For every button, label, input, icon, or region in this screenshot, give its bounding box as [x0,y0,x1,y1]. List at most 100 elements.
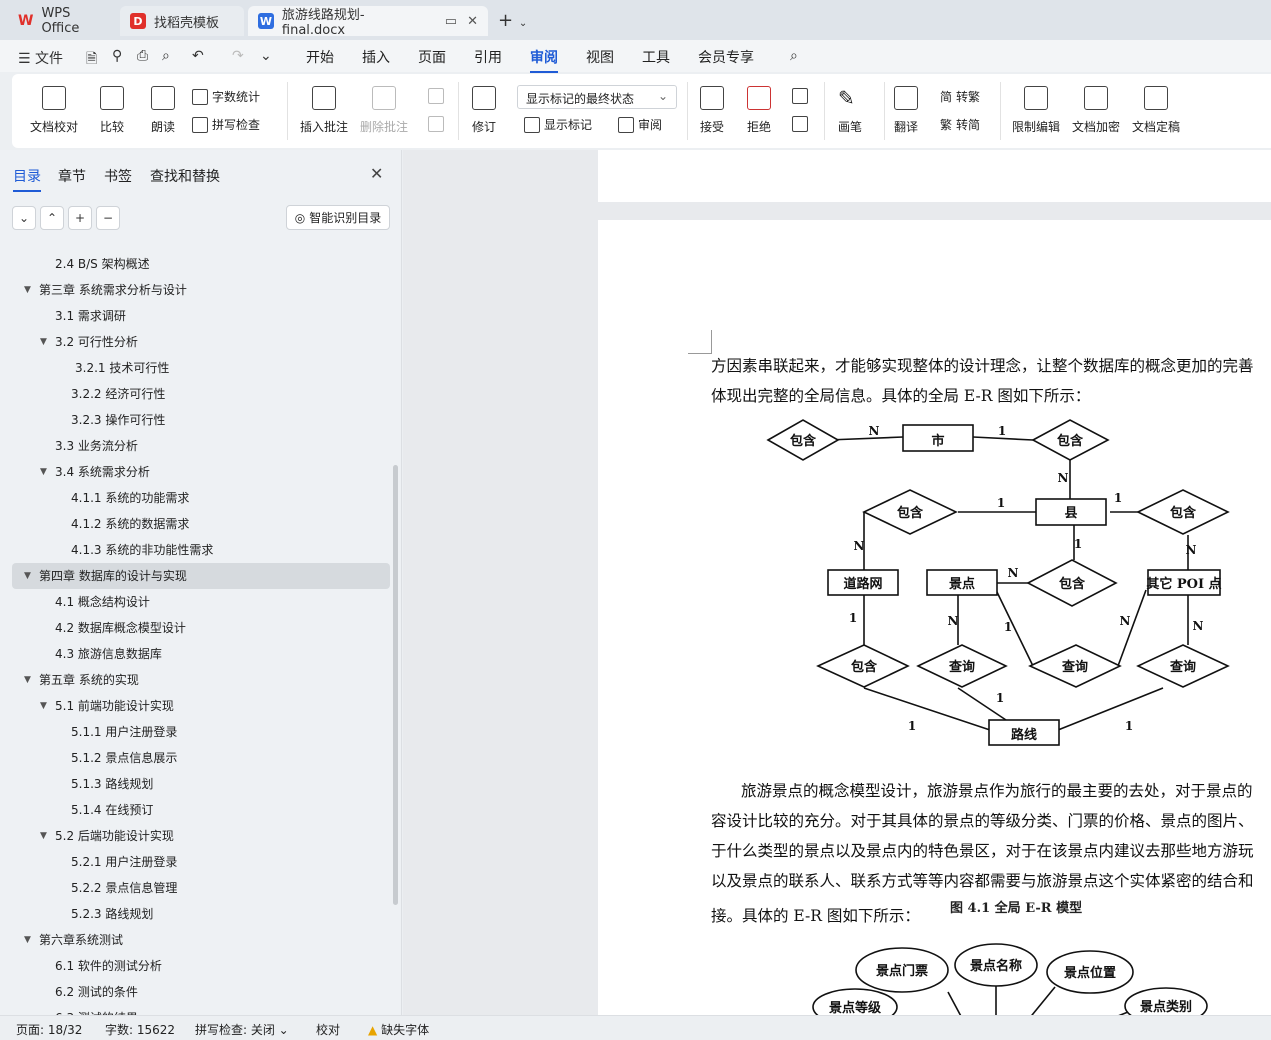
tab-chapters[interactable]: 章节 [58,166,86,186]
menu-start[interactable]: 开始 [306,47,334,67]
page-indicator[interactable]: 页面: 18/32 [16,1021,82,1038]
tab-docer[interactable]: D 找稻壳模板 [120,6,244,36]
to-traditional-button[interactable]: 简 转繁 [940,88,980,105]
close-icon[interactable]: ✕ [467,14,478,29]
tab-document[interactable]: W 旅游线路规划-final.docx ▭ ✕ [248,6,488,38]
next-change-button[interactable] [792,116,812,132]
toc-item[interactable]: 4.2 数据库概念模型设计 [12,615,390,641]
expand-arrow-icon[interactable]: ▼ [24,927,31,953]
missing-font-button[interactable]: ▲ 缺失字体 [368,1021,429,1038]
to-simplified-button[interactable]: 繁 转简 [940,116,980,133]
toc-item[interactable]: ▼ 3.4 系统需求分析 [12,459,390,485]
pen-button[interactable]: ✎ 画笔 [838,86,862,135]
word-count-indicator[interactable]: 字数: 15622 [105,1021,175,1038]
toc-item[interactable]: 4.3 旅游信息数据库 [12,641,390,667]
window-icon[interactable]: ▭ [445,14,457,29]
add-icon[interactable]: + [68,206,92,230]
next-comment-button[interactable] [428,116,448,132]
menu-file[interactable]: ☰ 文件 [18,48,63,68]
expand-arrow-icon[interactable]: ▼ [40,823,47,849]
toc-item[interactable]: 5.1.3 路线规划 [12,771,390,797]
menu-reference[interactable]: 引用 [474,47,502,67]
proofread-button[interactable]: 校对 [316,1021,340,1038]
smart-toc-button[interactable]: ◎ 智能识别目录 [286,205,390,230]
menu-page[interactable]: 页面 [418,47,446,67]
toc-item[interactable]: ▼ 第四章 数据库的设计与实现 [12,563,390,589]
undo-icon[interactable]: ↶ [192,48,204,64]
insert-comment-button[interactable]: 插入批注 [300,86,348,135]
menu-member[interactable]: 会员专享 [698,47,754,67]
toc-item[interactable]: 2.4 B/S 架构概述 [12,251,390,277]
search-icon[interactable]: ⌕ [790,48,798,64]
expand-arrow-icon[interactable]: ▼ [40,693,47,719]
link-icon[interactable]: ⚲ [112,48,122,64]
menu-review[interactable]: 审阅 [530,47,558,73]
show-marks-button[interactable]: 显示标记 [524,116,592,133]
menu-insert[interactable]: 插入 [362,47,390,67]
toc-item[interactable]: ▼ 第三章 系统需求分析与设计 [12,277,390,303]
word-count-button[interactable]: 字数统计 [192,88,260,105]
tab-wps-office[interactable]: W WPS Office [8,6,116,36]
toc-item[interactable]: 6.2 测试的条件 [12,979,390,1005]
toc-item[interactable]: 5.1.2 景点信息展示 [12,745,390,771]
review-pane-button[interactable]: 审阅 [618,116,662,133]
delete-comment-button[interactable]: 删除批注 [360,86,408,135]
finalize-button[interactable]: 文档定稿 [1132,86,1180,135]
toc-item[interactable]: 4.1.2 系统的数据需求 [12,511,390,537]
toc-item[interactable]: 5.2.1 用户注册登录 [12,849,390,875]
toc-item[interactable]: 4.1.3 系统的非功能性需求 [12,537,390,563]
prev-change-button[interactable] [792,88,812,104]
redo-icon[interactable]: ↷ [232,48,244,64]
toc-item[interactable]: 5.2.2 景点信息管理 [12,875,390,901]
toc-item[interactable]: 5.1.1 用户注册登录 [12,719,390,745]
toc-item[interactable]: 6.1 软件的测试分析 [12,953,390,979]
tab-bookmarks[interactable]: 书签 [104,166,132,186]
prev-comment-button[interactable] [428,88,448,104]
tab-find-replace[interactable]: 查找和替换 [150,166,220,186]
toc-item[interactable]: 4.1 概念结构设计 [12,589,390,615]
chevron-down-icon[interactable]: ⌄ [260,48,272,64]
toc-item[interactable]: ▼ 3.2 可行性分析 [12,329,390,355]
toc-item[interactable]: ▼ 5.2 后端功能设计实现 [12,823,390,849]
compare-button[interactable]: 比较 [100,86,124,135]
toc-item[interactable]: 3.2.1 技术可行性 [12,355,390,381]
reject-button[interactable]: 拒绝 [747,86,771,135]
collapse-icon[interactable]: ⌄ [12,206,36,230]
save-icon[interactable]: 🗎 [86,48,97,72]
expand-arrow-icon[interactable]: ▼ [40,329,47,355]
spell-check-button[interactable]: 拼写检查 [192,116,260,133]
doc-check-button[interactable]: 文档校对 [30,86,78,135]
toc-item[interactable]: 6.3 测试的结果 [12,1005,390,1015]
close-icon[interactable]: ✕ [370,164,383,183]
toc-item[interactable]: 4.1.1 系统的功能需求 [12,485,390,511]
expand-arrow-icon[interactable]: ▼ [40,459,47,485]
print-icon[interactable]: ⎙ [137,48,148,64]
toc-item[interactable]: 3.2.3 操作可行性 [12,407,390,433]
remove-icon[interactable]: − [96,206,120,230]
scrollbar[interactable] [393,465,398,905]
toc-item[interactable]: 3.3 业务流分析 [12,433,390,459]
print-preview-icon[interactable]: ⌕ [162,48,170,64]
expand-arrow-icon[interactable]: ▼ [24,667,31,693]
read-aloud-button[interactable]: 朗读 [151,86,175,135]
new-tab-icon[interactable]: + ⌄ [498,10,527,31]
menu-view[interactable]: 视图 [586,47,614,67]
translate-button[interactable]: 翻译 [894,86,918,135]
toc-item[interactable]: ▼ 第五章 系统的实现 [12,667,390,693]
toc-item[interactable]: 5.2.3 路线规划 [12,901,390,927]
expand-arrow-icon[interactable]: ▼ [24,277,31,303]
accept-button[interactable]: 接受 [700,86,724,135]
encrypt-button[interactable]: 文档加密 [1072,86,1120,135]
spell-check-status[interactable]: 拼写检查: 关闭 ⌄ [195,1021,289,1038]
toc-item[interactable]: 5.1.4 在线预订 [12,797,390,823]
toc-item[interactable]: 3.2.2 经济可行性 [12,381,390,407]
expand-arrow-icon[interactable]: ▼ [24,563,31,589]
restrict-edit-button[interactable]: 限制编辑 [1012,86,1060,135]
display-state-select[interactable]: 显示标记的最终状态 ⌄ [517,85,677,109]
tab-toc[interactable]: 目录 [13,166,41,192]
menu-tools[interactable]: 工具 [642,47,670,67]
toc-item[interactable]: 3.1 需求调研 [12,303,390,329]
toc-item[interactable]: ▼ 第六章系统测试 [12,927,390,953]
revise-button[interactable]: 修订 [472,86,496,135]
toc-item[interactable]: ▼ 5.1 前端功能设计实现 [12,693,390,719]
